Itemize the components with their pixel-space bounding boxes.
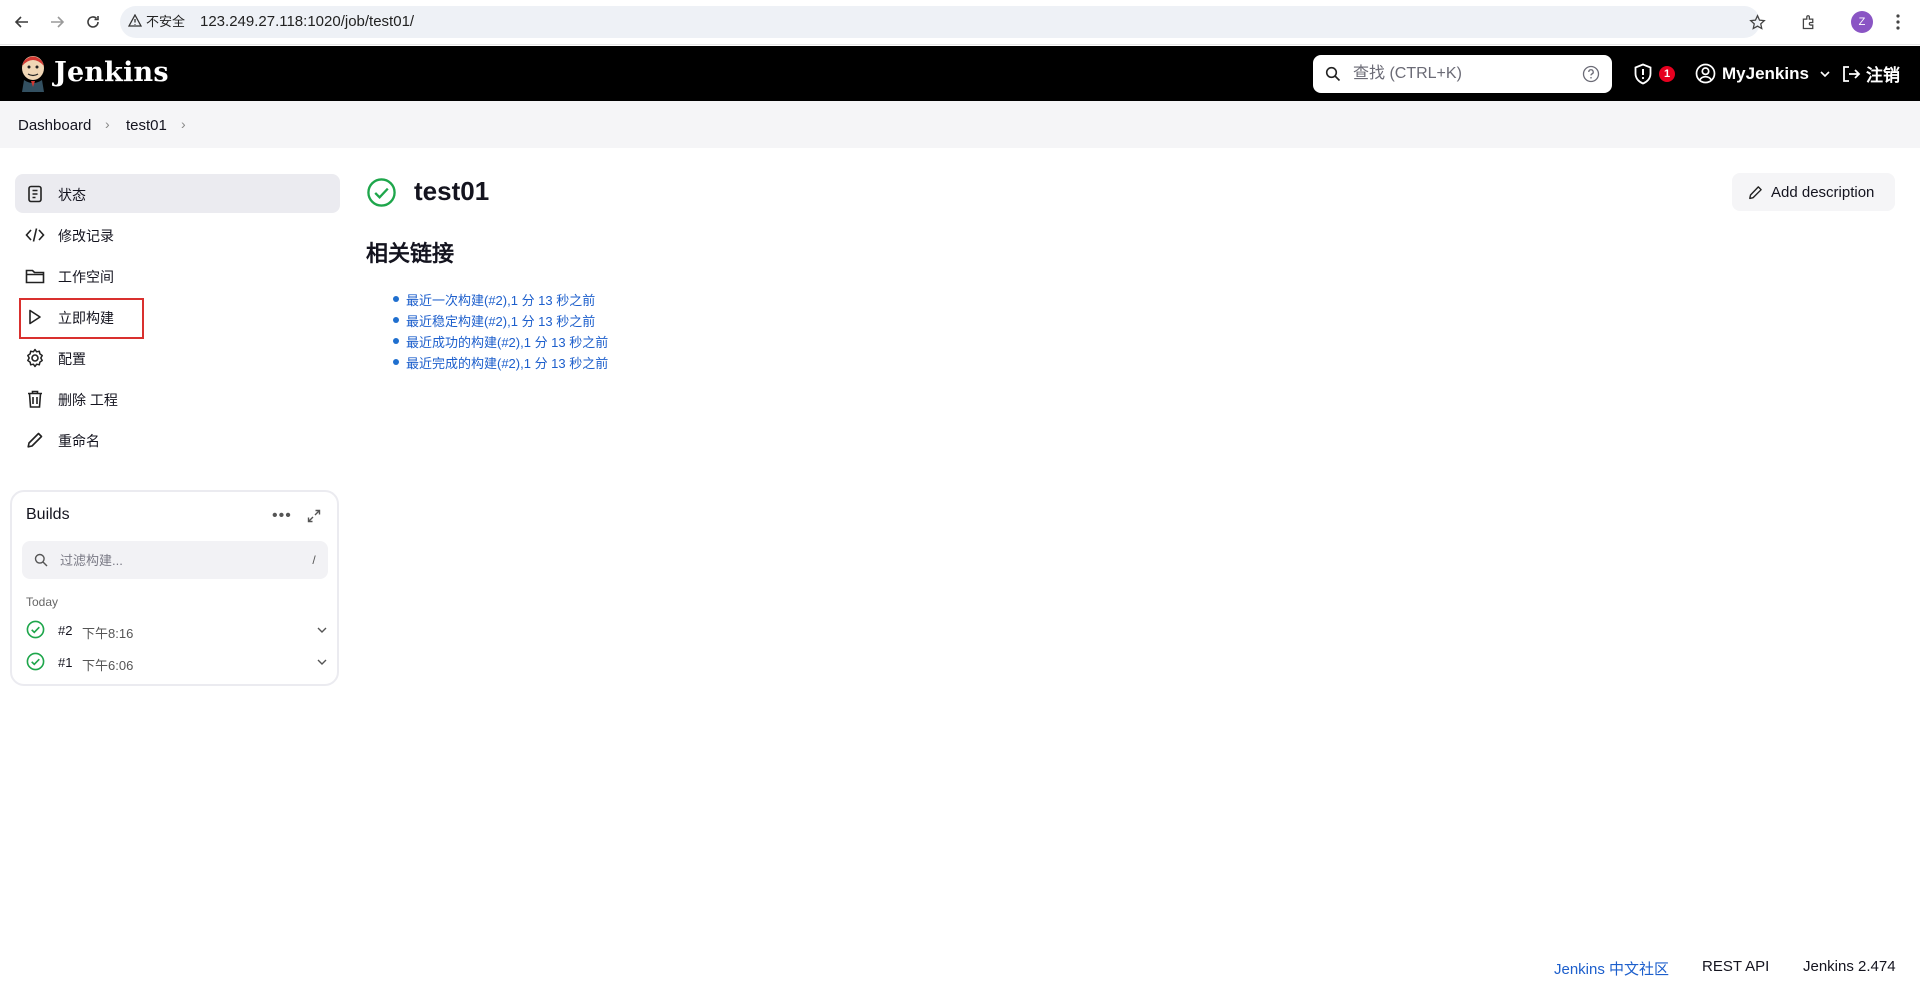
sidebar-item-status[interactable]: 状态	[15, 174, 340, 213]
code-icon	[25, 225, 45, 245]
warning-icon	[128, 14, 142, 27]
last-completed-build-link[interactable]: 最近完成的构建(#2),1 分 13 秒之前	[406, 356, 608, 371]
list-item: 最近一次构建(#2),1 分 13 秒之前	[392, 290, 608, 311]
breadcrumb-test01[interactable]: test01	[126, 117, 167, 134]
browser-menu-icon[interactable]	[1887, 11, 1909, 33]
chevron-right-icon[interactable]: ›	[181, 116, 186, 132]
chevron-right-icon: ›	[105, 116, 110, 132]
status-icon	[25, 184, 45, 204]
sidebar-item-workspace[interactable]: 工作空间	[15, 256, 340, 295]
security-indicator[interactable]: 不安全	[128, 11, 185, 30]
profile-avatar[interactable]: Z	[1851, 11, 1873, 33]
chevron-down-icon[interactable]	[316, 656, 328, 668]
bookmark-star-icon[interactable]	[1746, 11, 1768, 33]
jenkins-header: Jenkins 1 MyJenkins 注销	[0, 46, 1920, 101]
forward-icon[interactable]	[46, 11, 68, 33]
version-button[interactable]: Jenkins 2.474	[1803, 958, 1896, 975]
job-status-success-icon	[367, 178, 396, 207]
browser-toolbar: 不安全 123.249.27.118:1020/job/test01/ Z	[0, 0, 1920, 45]
search-box[interactable]	[1313, 55, 1612, 93]
community-link[interactable]: Jenkins 中文社区	[1554, 958, 1669, 979]
sidebar-item-label: 状态	[58, 187, 86, 203]
extensions-icon[interactable]	[1797, 11, 1819, 33]
sidebar-item-label: 配置	[58, 351, 86, 367]
folder-icon	[25, 266, 45, 286]
search-icon	[34, 553, 48, 567]
security-label: 不安全	[146, 14, 186, 29]
sidebar-item-configure[interactable]: 配置	[15, 338, 340, 377]
last-build-link[interactable]: 最近一次构建(#2),1 分 13 秒之前	[406, 293, 595, 308]
build-row[interactable]: #2 下午8:16	[24, 616, 330, 644]
chevron-down-icon	[1820, 70, 1830, 77]
help-icon[interactable]	[1582, 65, 1600, 83]
add-description-button[interactable]: Add description	[1732, 173, 1895, 211]
breadcrumb-dashboard[interactable]: Dashboard	[18, 117, 91, 134]
security-alerts-button[interactable]: 1	[1633, 46, 1675, 101]
shield-icon	[1634, 63, 1652, 84]
builds-filter[interactable]: /	[22, 541, 328, 579]
back-icon[interactable]	[11, 11, 33, 33]
related-links-list: 最近一次构建(#2),1 分 13 秒之前 最近稳定构建(#2),1 分 13 …	[392, 290, 608, 374]
jenkins-logo-icon	[22, 56, 44, 92]
gear-icon	[25, 348, 45, 368]
filter-shortcut-hint: /	[312, 553, 316, 567]
more-options-icon[interactable]: •••	[272, 507, 292, 525]
build-number[interactable]: #2	[58, 623, 72, 638]
logout-label: 注销	[1866, 66, 1900, 85]
highlight-box	[19, 298, 144, 339]
list-item: 最近完成的构建(#2),1 分 13 秒之前	[392, 353, 608, 374]
last-stable-build-link[interactable]: 最近稳定构建(#2),1 分 13 秒之前	[406, 314, 595, 329]
list-item: 最近稳定构建(#2),1 分 13 秒之前	[392, 311, 608, 332]
logout-button[interactable]: 注销	[1841, 46, 1900, 101]
sidebar-item-label: 删除 工程	[58, 392, 118, 408]
jenkins-home-link[interactable]: Jenkins	[18, 52, 169, 92]
reload-icon[interactable]	[82, 11, 104, 33]
user-name: MyJenkins	[1722, 63, 1809, 83]
expand-icon[interactable]	[307, 509, 321, 523]
trash-icon	[25, 389, 45, 409]
user-menu-button[interactable]: MyJenkins	[1695, 46, 1831, 101]
sidebar-item-changes[interactable]: 修改记录	[15, 215, 340, 254]
builds-filter-input[interactable]	[60, 550, 270, 570]
build-number[interactable]: #1	[58, 655, 72, 670]
success-icon	[26, 652, 45, 671]
pencil-icon	[25, 430, 45, 450]
page-title: test01	[414, 176, 490, 206]
pencil-icon	[1749, 185, 1762, 199]
builds-widget: Builds ••• / Today #2 下午8:16 #1 下午6:06	[10, 490, 339, 686]
sidebar-item-rename[interactable]: 重命名	[15, 420, 340, 459]
chevron-down-icon[interactable]	[316, 624, 328, 636]
builds-title: Builds	[26, 506, 70, 523]
url-text[interactable]: 123.249.27.118:1020/job/test01/	[200, 13, 414, 30]
last-successful-build-link[interactable]: 最近成功的构建(#2),1 分 13 秒之前	[406, 335, 608, 350]
sidebar-item-label: 修改记录	[58, 228, 114, 244]
sidebar-item-delete-project[interactable]: 删除 工程	[15, 379, 340, 418]
build-time: 下午8:16	[82, 626, 134, 641]
security-count-badge: 1	[1659, 65, 1675, 82]
build-row[interactable]: #1 下午6:06	[24, 648, 330, 676]
add-description-label: Add description	[1771, 183, 1875, 201]
build-time: 下午6:06	[82, 658, 134, 673]
list-item: 最近成功的构建(#2),1 分 13 秒之前	[392, 332, 608, 353]
rest-api-link[interactable]: REST API	[1702, 958, 1769, 975]
jenkins-brand: Jenkins	[54, 56, 169, 88]
logout-icon	[1843, 65, 1861, 82]
sidebar-item-label: 工作空间	[58, 269, 114, 285]
user-icon	[1695, 63, 1716, 84]
related-links-heading: 相关链接	[366, 241, 455, 266]
search-input[interactable]	[1353, 63, 1563, 85]
search-icon	[1325, 66, 1341, 82]
success-icon	[26, 620, 45, 639]
builds-group-label: Today	[26, 595, 59, 609]
breadcrumb: Dashboard › test01 ›	[0, 101, 1920, 148]
sidebar-item-label: 重命名	[58, 433, 100, 449]
